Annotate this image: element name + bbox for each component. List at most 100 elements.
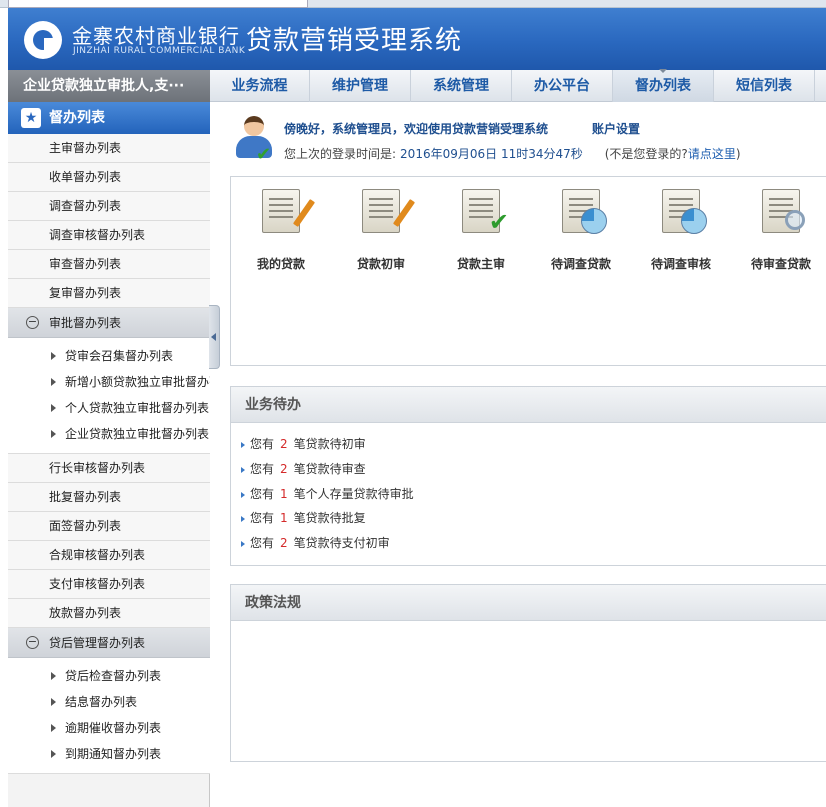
sidebar-subitem-label: 逾期催收督办列表: [65, 721, 162, 735]
sidebar-item-president-review[interactable]: 行长审核督办列表: [8, 454, 210, 483]
nav-item-system-management[interactable]: 系统管理: [411, 70, 512, 102]
sidebar-subitem-label: 新增小额贷款独立审批督办列表: [65, 375, 210, 389]
last-login-label: 您上次的登录时间是:: [284, 147, 397, 161]
sidebar-item-signing[interactable]: 面签督办列表: [8, 512, 210, 541]
sidebar-collapse-handle[interactable]: [209, 305, 220, 369]
sidebar-header[interactable]: ★ 督办列表: [8, 102, 210, 134]
triangle-right-icon: [51, 378, 56, 386]
sidebar-item-receipt[interactable]: 收单督办列表: [8, 163, 210, 192]
sidebar-header-label: 督办列表: [49, 110, 105, 126]
quick-item-label: 贷款初审: [356, 257, 405, 271]
quick-item-label: 贷款主审: [456, 257, 505, 271]
todo-item[interactable]: 您有 2 笔贷款待审查: [241, 459, 366, 479]
nav-item-maintenance[interactable]: 维护管理: [310, 70, 411, 102]
sidebar-subitem-label: 企业贷款独立审批督办列表: [65, 427, 210, 441]
close-paren: ): [735, 147, 741, 161]
sidebar-subitem[interactable]: 贷后检查督办列表: [8, 663, 210, 689]
todo-panel: 业务待办 您有 2 笔贷款待初审 您有 2 笔贷款待审查 您有 1 笔个人存量贷款待审批 您…: [230, 386, 826, 566]
sidebar-subitem[interactable]: 企业贷款独立审批督办列表: [8, 421, 210, 447]
sidebar-item-compliance-review[interactable]: 合规审核督办列表: [8, 541, 210, 570]
system-title: 贷款营销受理系统: [246, 26, 463, 56]
quick-item-pending-investigation-review[interactable]: 待调查审核: [631, 189, 731, 272]
sidebar-subitem[interactable]: 结息督办列表: [8, 689, 210, 715]
sidebar-subitem[interactable]: 逾期催收督办列表: [8, 715, 210, 741]
quick-item-initial-review[interactable]: 贷款初审: [331, 189, 431, 272]
sidebar-subitem[interactable]: 新增小额贷款独立审批督办列表: [8, 369, 210, 395]
todo-item[interactable]: 您有 2 笔贷款待初审: [241, 434, 366, 454]
greeting-text: 傍晚好，系统管理员，欢迎使用贷款营销受理系统: [284, 122, 549, 136]
sidebar-item-payment-review[interactable]: 支付审核督办列表: [8, 570, 210, 599]
last-login-line: 您上次的登录时间是: 2016年09月06日 11时34分47秒 (不是您登录的?请…: [284, 145, 741, 162]
current-user-role: 企业贷款独立审批人,支···: [8, 70, 210, 102]
approve-document-icon: ✔: [462, 189, 509, 236]
policy-panel-title: 政策法规: [231, 585, 826, 621]
last-login-time: 2016年09月06日 11时34分47秒: [400, 147, 583, 161]
account-settings-link[interactable]: 账户设置: [592, 120, 640, 137]
todo-panel-title: 业务待办: [231, 387, 826, 423]
sidebar-group-label: 贷后管理督办列表: [49, 636, 146, 650]
not-you-text: (不是您登录的?: [604, 147, 688, 161]
sidebar-group-approval[interactable]: − 审批督办列表: [8, 308, 210, 338]
sidebar-subitem-label: 个人贷款独立审批督办列表: [65, 401, 210, 415]
star-icon: ★: [21, 108, 41, 128]
quick-item-label: 待审查贷款: [750, 257, 811, 271]
quick-item-my-loans[interactable]: 我的贷款: [231, 189, 331, 272]
sidebar-subitem[interactable]: 贷审会召集督办列表: [8, 343, 210, 369]
arrow-right-icon: [241, 540, 245, 547]
arrow-right-icon: [241, 466, 245, 473]
click-here-link[interactable]: 请点这里: [688, 147, 736, 161]
search-document-icon: [762, 189, 805, 233]
policy-panel: 政策法规: [230, 584, 826, 762]
nav-item-business-process[interactable]: 业务流程: [210, 70, 310, 102]
quick-item-label: 待调查贷款: [550, 257, 611, 271]
sidebar-item-examination[interactable]: 审查督办列表: [8, 250, 210, 279]
quick-item-label: 我的贷款: [256, 257, 305, 271]
sidebar-item-main-review[interactable]: 主审督办列表: [8, 134, 210, 163]
sidebar-subitem[interactable]: 到期通知督办列表: [8, 741, 210, 767]
arrow-right-icon: [241, 515, 245, 522]
bank-logo-icon: [24, 21, 62, 59]
edit-document-icon: [362, 189, 416, 233]
nav-item-supervision-list[interactable]: 督办列表: [613, 69, 714, 102]
sidebar-subitem-label: 到期通知督办列表: [65, 747, 162, 761]
todo-item[interactable]: 您有 1 笔贷款待批复: [241, 508, 366, 528]
main-nav: 业务流程 维护管理 系统管理 办公平台 督办列表 短信列表: [210, 69, 826, 102]
quick-access-panel: 我的贷款 贷款初审 ✔ 贷款主审 待调查贷款 待调查审核 待审查贷款: [230, 176, 826, 366]
browser-tab[interactable]: [8, 0, 308, 8]
sidebar-subitem[interactable]: 个人贷款独立审批督办列表: [8, 395, 210, 421]
pie-chart-document-icon: [662, 189, 707, 234]
triangle-right-icon: [51, 698, 56, 706]
quick-item-label: 待调查审核: [650, 257, 711, 271]
quick-item-pending-examination[interactable]: 待审查贷款: [731, 189, 826, 272]
todo-item[interactable]: 您有 1 笔个人存量贷款待审批: [241, 484, 414, 504]
triangle-right-icon: [51, 750, 56, 758]
sidebar-subgroup-post-loan: 贷后检查督办列表 结息督办列表 逾期催收督办列表 到期通知督办列表: [8, 658, 210, 774]
nav-item-office-platform[interactable]: 办公平台: [512, 70, 613, 102]
bank-name: 金寨农村商业银行: [72, 24, 240, 48]
sidebar-item-reply[interactable]: 批复督办列表: [8, 483, 210, 512]
sidebar-group-post-loan[interactable]: − 贷后管理督办列表: [8, 628, 210, 658]
sidebar-group-label: 审批督办列表: [49, 316, 122, 330]
sidebar-item-investigation-review[interactable]: 调查审核督办列表: [8, 221, 210, 250]
sidebar-subitem-label: 贷后检查督办列表: [65, 669, 162, 683]
sidebar-item-investigation[interactable]: 调查督办列表: [8, 192, 210, 221]
collapse-minus-icon: −: [26, 635, 39, 649]
collapse-minus-icon: −: [26, 315, 39, 329]
quick-item-pending-investigation[interactable]: 待调查贷款: [531, 189, 631, 272]
sidebar-item-re-examination[interactable]: 复审督办列表: [8, 279, 210, 308]
sidebar-subgroup-approval: 贷审会召集督办列表 新增小额贷款独立审批督办列表 个人贷款独立审批督办列表 企业…: [8, 338, 210, 454]
edit-document-icon: [262, 189, 316, 233]
nav-item-sms-list[interactable]: 短信列表: [714, 70, 815, 102]
quick-item-main-review[interactable]: ✔ 贷款主审: [431, 189, 531, 272]
triangle-right-icon: [51, 404, 56, 412]
window-top-strip: [0, 0, 826, 8]
arrow-right-icon: [241, 441, 245, 448]
user-avatar-icon: ✔: [234, 116, 274, 165]
bank-name-english: JINZHAI RURAL COMMERCIAL BANK: [73, 46, 246, 56]
sidebar-subitem-label: 贷审会召集督办列表: [65, 349, 174, 363]
todo-item[interactable]: 您有 2 笔贷款待支付初审: [241, 533, 390, 553]
triangle-right-icon: [51, 352, 56, 360]
sidebar-subitem-label: 结息督办列表: [65, 695, 138, 709]
sidebar-item-disbursement[interactable]: 放款督办列表: [8, 599, 210, 628]
pie-chart-document-icon: [562, 189, 607, 234]
